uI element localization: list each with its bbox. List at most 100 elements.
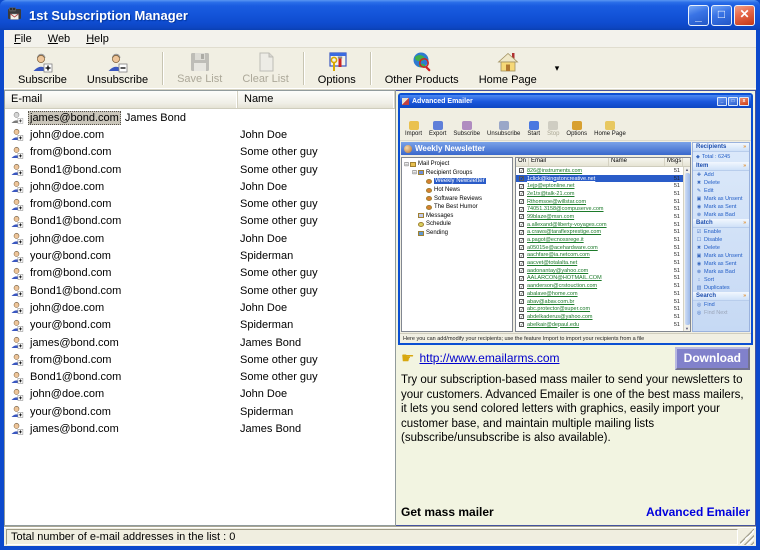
table-row[interactable]: your@bond.com Spiderman <box>5 247 395 264</box>
column-header-email[interactable]: E-mail <box>5 91 238 108</box>
unsubscribe-button[interactable]: Unsubscribe <box>77 49 158 88</box>
person-add-icon <box>10 301 25 314</box>
mini-toolbar-icon <box>572 121 582 130</box>
mini-table-row: ✓ abelkair@depaul.edu 51 <box>516 321 690 329</box>
maximize-button[interactable]: □ <box>711 5 732 26</box>
mini-table-row: ✓ AALARCON@HOTMAIL.COM 51 <box>516 275 690 283</box>
dropdown-arrow-icon[interactable]: ▾ <box>555 63 560 74</box>
mini-scrollbar: ▲▼ <box>683 167 690 331</box>
ad-panel: Advanced Emailer _ □ x Import Export <box>396 90 756 526</box>
checkbox-icon: ✓ <box>519 299 524 304</box>
table-row[interactable]: from@bond.com Some other guy <box>5 144 395 161</box>
table-row[interactable]: Bond1@bond.com Some other guy <box>5 282 395 299</box>
tree-node-icon <box>426 188 432 193</box>
download-button[interactable]: Download <box>675 347 750 370</box>
person-add-icon <box>10 388 25 401</box>
mini-toolbar-icon <box>605 121 615 130</box>
menubar: File Web Help <box>4 30 756 48</box>
person-add-icon <box>10 422 25 435</box>
tree-node-icon <box>410 162 416 167</box>
menu-file[interactable]: File <box>6 31 40 47</box>
mini-main: Weekly Newsletter ⊟ Mail Project ⊟ <box>400 141 751 333</box>
mini-table-row: ✓ aachfare@ia.netcom.com 51 <box>516 252 690 260</box>
blank-page-icon <box>255 51 277 73</box>
name-cell: James Bond <box>121 112 395 124</box>
subscribe-button[interactable]: Subscribe <box>8 49 77 88</box>
tools-icon <box>325 50 349 74</box>
table-row[interactable]: john@doe.com John Doe <box>5 126 395 143</box>
table-row[interactable]: from@bond.com Some other guy <box>5 351 395 368</box>
minimize-button[interactable]: _ <box>688 5 709 26</box>
table-row[interactable]: john@doe.com John Doe <box>5 386 395 403</box>
mini-toolbar-icon <box>433 121 443 130</box>
tree-node-icon <box>418 213 424 218</box>
person-add-icon <box>10 180 25 193</box>
name-cell: John Doe <box>236 388 395 400</box>
checkbox-icon: ✓ <box>519 191 524 196</box>
menu-web[interactable]: Web <box>40 31 78 47</box>
tree-item: ⊟ Mail Project <box>403 160 511 169</box>
name-cell: Some other guy <box>236 215 395 227</box>
menu-help[interactable]: Help <box>78 31 117 47</box>
clear-list-button[interactable]: Clear List <box>232 49 298 88</box>
emailarms-link[interactable]: http://www.emailarms.com <box>419 351 559 365</box>
mini-table-row: ✓ 74051.3158@compuserve.com 51 <box>516 205 690 213</box>
name-cell: Some other guy <box>236 371 395 383</box>
mini-table-row: ✓ 99blaze@msn.com 51 <box>516 213 690 221</box>
name-cell: Some other guy <box>236 267 395 279</box>
table-row[interactable]: john@doe.com John Doe <box>5 178 395 195</box>
table-row[interactable]: john@doe.com John Doe <box>5 299 395 316</box>
batch-task-list: ☑Enable☐Disable✖Delete▣Mark as Unsent◉Ma… <box>693 228 749 292</box>
task-link: ◉Mark as Sent <box>693 203 749 211</box>
mini-menubar <box>400 108 751 117</box>
table-row[interactable]: john@doe.com John Doe <box>5 230 395 247</box>
table-row[interactable]: your@bond.com Spiderman <box>5 403 395 420</box>
tasks-batch-header: Batch» <box>693 219 749 228</box>
checkbox-icon: ✓ <box>519 291 524 296</box>
email-cell: your@bond.com <box>28 318 236 332</box>
chevron-icon: » <box>743 220 746 226</box>
table-row[interactable]: from@bond.com Some other guy <box>5 265 395 282</box>
table-row[interactable]: james@bond.com James Bond <box>5 109 395 126</box>
other-products-button[interactable]: Other Products <box>375 49 469 88</box>
email-cell: john@doe.com <box>28 301 236 315</box>
checkbox-icon: ✓ <box>519 261 524 266</box>
table-row[interactable]: from@bond.com Some other guy <box>5 195 395 212</box>
person-add-icon <box>30 50 54 74</box>
resize-grip[interactable] <box>740 529 754 545</box>
table-row[interactable]: Bond1@bond.com Some other guy <box>5 368 395 385</box>
task-link: ▣Mark as Unsent <box>693 252 749 260</box>
mini-table-row: ✓ a.allexand@liberty-voyages.com 51 <box>516 221 690 229</box>
mini-table-row: ✓ abalave@home.com 51 <box>516 290 690 298</box>
person-remove-icon <box>105 50 129 74</box>
task-link: ✚Add <box>693 171 749 179</box>
name-cell: John Doe <box>236 129 395 141</box>
table-row[interactable]: your@bond.com Spiderman <box>5 317 395 334</box>
mini-toolbar-button: Unsubscribe <box>487 121 520 137</box>
save-list-button[interactable]: Save List <box>167 49 232 88</box>
table-row[interactable]: james@bond.com James Bond <box>5 420 395 437</box>
table-row[interactable]: Bond1@bond.com Some other guy <box>5 161 395 178</box>
titlebar[interactable]: 1st Subscription Manager _ □ ✕ <box>0 0 760 30</box>
person-add-icon <box>10 319 25 332</box>
close-button[interactable]: ✕ <box>734 5 755 26</box>
column-header-name[interactable]: Name <box>238 91 395 108</box>
mini-toolbar-button: Home Page <box>594 121 626 137</box>
mini-left: Weekly Newsletter ⊟ Mail Project ⊟ <box>401 142 691 332</box>
home-page-button[interactable]: Home Page <box>469 49 547 88</box>
table-row[interactable]: Bond1@bond.com Some other guy <box>5 213 395 230</box>
ad-footer: Get mass mailer Advanced Emailer <box>398 505 753 525</box>
mini-toolbar-icon <box>462 121 472 130</box>
unsubscribe-label: Unsubscribe <box>87 74 148 86</box>
person-add-icon <box>10 250 25 263</box>
task-link: ✎Edit <box>693 187 749 195</box>
ad-description: Try our subscription-based mass mailer t… <box>398 369 753 446</box>
footer-advanced-emailer-link[interactable]: Advanced Emailer <box>646 505 750 519</box>
email-cell: john@doe.com <box>28 180 236 194</box>
options-button[interactable]: Options <box>308 49 366 88</box>
checkbox-icon: ✓ <box>519 207 524 212</box>
chevron-icon: » <box>743 144 746 150</box>
other-products-label: Other Products <box>385 74 459 86</box>
table-row[interactable]: james@bond.com James Bond <box>5 334 395 351</box>
mini-table-row: ✓ a.pagot@ecnossrege.it 51 <box>516 236 690 244</box>
